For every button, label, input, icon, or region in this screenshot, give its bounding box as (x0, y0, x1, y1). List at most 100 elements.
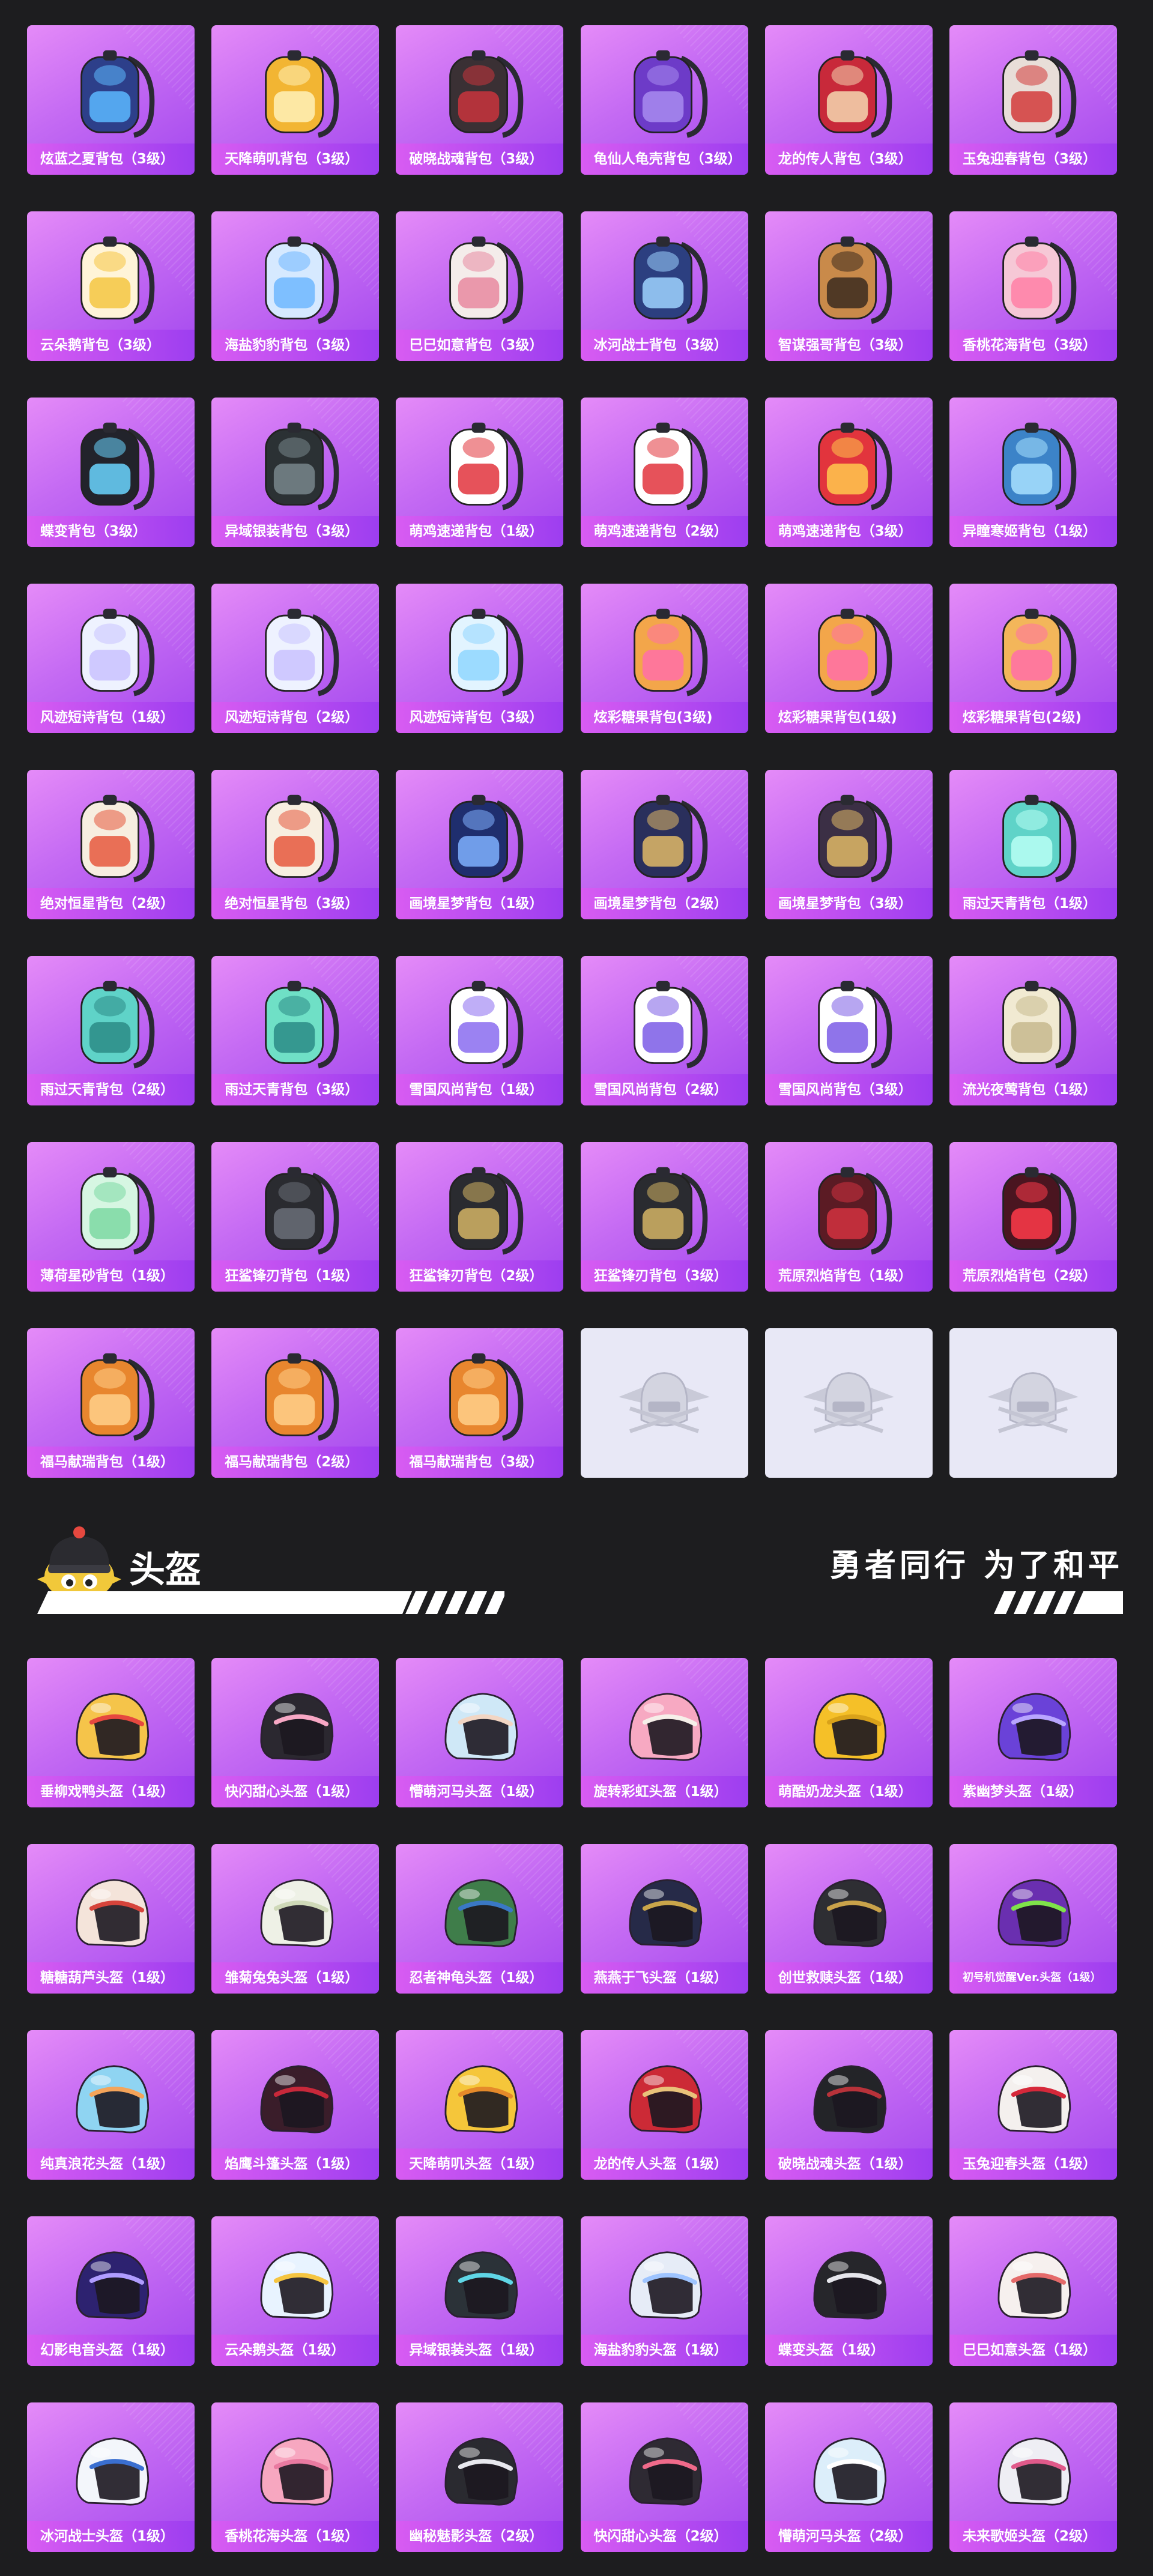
backpack-card[interactable]: 龟仙人龟壳背包（3级） (580, 25, 748, 175)
helmet-card[interactable]: 破晓战魂头盔（1级） (764, 2030, 933, 2180)
backpack-card[interactable]: 炫彩糖果背包(2级) (949, 584, 1117, 733)
backpack-card[interactable]: 萌鸡速递背包（1级） (396, 398, 564, 547)
chick-backpack-icon (634, 422, 708, 510)
helmet-icon (998, 2065, 1071, 2133)
helmet-card[interactable]: 萌酷奶龙头盔（1级） (764, 1658, 933, 1807)
backpack-card[interactable]: 福马献瑞背包（2级） (211, 1328, 380, 1478)
helmet-icon (76, 1879, 149, 1947)
backpack-card[interactable]: 风迹短诗背包（2级） (211, 584, 380, 733)
item-name-label: 福马献瑞背包（3级） (396, 1447, 564, 1478)
backpack-card[interactable]: 雪国风尚背包（3级） (764, 956, 933, 1105)
item-name-label: 天降萌叽头盔（1级） (396, 2148, 564, 2180)
item-name-label: 糖糖葫芦头盔（1级） (27, 1962, 195, 1994)
helmet-card[interactable]: 异域银装头盔（1级） (396, 2216, 564, 2366)
helmet-card[interactable]: 巳巳如意头盔（1级） (949, 2216, 1117, 2366)
backpack-card[interactable]: 雨过天青背包（2级） (27, 956, 195, 1105)
backpack-card[interactable]: 萌鸡速递背包（2级） (580, 398, 748, 547)
backpack-card[interactable]: 福马献瑞背包（3级） (396, 1328, 564, 1478)
helmet-card[interactable]: 旋转彩虹头盔（1级） (580, 1658, 748, 1807)
helmet-card[interactable]: 未来歌姬头盔（2级） (949, 2402, 1117, 2552)
backpack-card[interactable]: 破晓战魂背包（3级） (396, 25, 564, 175)
backpack-card[interactable]: 萌鸡速递背包（3级） (764, 398, 933, 547)
backpack-card[interactable]: 雨过天青背包（1级） (949, 770, 1117, 919)
noodle-box-backpack-icon (80, 794, 154, 883)
backpack-card[interactable]: 风迹短诗背包（3级） (396, 584, 564, 733)
helmet-card[interactable]: 蝶变头盔（1级） (764, 2216, 933, 2366)
backpack-card[interactable]: 狂鲨锋刃背包（3级） (580, 1142, 748, 1292)
helmet-card[interactable]: 冰河战士头盔（1级） (27, 2402, 195, 2552)
helmet-card[interactable]: 纯真浪花头盔（1级） (27, 2030, 195, 2180)
helmet-card[interactable]: 紫幽梦头盔（1级） (949, 1658, 1117, 1807)
backpack-card[interactable]: 狂鲨锋刃背包（2级） (396, 1142, 564, 1292)
helmet-card[interactable]: 云朵鹅头盔（1级） (211, 2216, 380, 2366)
backpack-card[interactable]: 巳巳如意背包（3级） (396, 211, 564, 361)
backpack-card[interactable]: 异域银装背包（3级） (211, 398, 380, 547)
item-name-label: 狂鲨锋刃背包（2级） (396, 1260, 564, 1292)
backpack-card[interactable]: 绝对恒星背包（3级） (211, 770, 380, 919)
butterfly-backpack-icon (80, 422, 154, 510)
backpack-card[interactable]: 雪国风尚背包（1级） (396, 956, 564, 1105)
helmet-card[interactable]: 快闪甜心头盔（1级） (211, 1658, 380, 1807)
poem-pouch-icon (264, 608, 339, 697)
backpack-card[interactable]: 雪国风尚背包（2级） (580, 956, 748, 1105)
backpack-card[interactable]: 玉兔迎春背包（3级） (949, 25, 1117, 175)
helmet-card[interactable]: 焰鹰斗篷头盔（1级） (211, 2030, 380, 2180)
item-name-label: 炫彩糖果背包(2级) (949, 702, 1117, 733)
backpack-card[interactable]: 冰河战士背包（3级） (580, 211, 748, 361)
backpack-card[interactable]: 荒原烈焰背包（2级） (949, 1142, 1117, 1292)
item-name-label: 幽秘魅影头盔（2级） (396, 2521, 564, 2552)
helmet-card[interactable]: 懵萌河马头盔（2级） (764, 2402, 933, 2552)
empty-slot-card (949, 1328, 1117, 1478)
helmet-card[interactable]: 幽秘魅影头盔（2级） (396, 2402, 564, 2552)
backpack-card[interactable]: 天降萌叽背包（3级） (211, 25, 380, 175)
backpack-card[interactable]: 薄荷星砂背包（1级） (27, 1142, 195, 1292)
helmet-card[interactable]: 快闪甜心头盔（2级） (580, 2402, 748, 2552)
helmet-card[interactable]: 燕燕于飞头盔（1级） (580, 1844, 748, 1994)
item-name-label: 创世救赎头盔（1级） (764, 1962, 933, 1994)
backpack-card[interactable]: 炫蓝之夏背包（3级） (27, 25, 195, 175)
item-name-label: 垂柳戏鸭头盔（1级） (27, 1776, 195, 1807)
item-name-label: 萌鸡速递背包（3级） (764, 516, 933, 547)
backpack-card[interactable]: 智谋强哥背包（3级） (764, 211, 933, 361)
backpack-card[interactable]: 雨过天青背包（3级） (211, 956, 380, 1105)
helmet-card[interactable]: 懵萌河马头盔（1级） (396, 1658, 564, 1807)
helmet-card[interactable]: 玉兔迎春头盔（1级） (949, 2030, 1117, 2180)
item-name-label: 薄荷星砂背包（1级） (27, 1260, 195, 1292)
backpack-card[interactable]: 海盐豹豹背包（3级） (211, 211, 380, 361)
helmet-card[interactable]: 初号机觉醒Ver.头盔（1级） (949, 1844, 1117, 1994)
helmet-card[interactable]: 香桃花海头盔（1级） (211, 2402, 380, 2552)
helmet-card[interactable]: 忍者神龟头盔（1级） (396, 1844, 564, 1994)
backpack-card[interactable]: 福马献瑞背包（1级） (27, 1328, 195, 1478)
backpack-card[interactable]: 画境星梦背包（2级） (580, 770, 748, 919)
backpack-card[interactable]: 异瞳寒姬背包（1级） (949, 398, 1117, 547)
backpack-card[interactable]: 风迹短诗背包（1级） (27, 584, 195, 733)
helmet-card[interactable]: 龙的传人头盔（1级） (580, 2030, 748, 2180)
backpack-card[interactable]: 炫彩糖果背包(1级) (764, 584, 933, 733)
book-backpack-icon (634, 794, 708, 883)
backpack-card[interactable]: 云朵鹅背包（3级） (27, 211, 195, 361)
helmet-card[interactable]: 幻影电音头盔（1级） (27, 2216, 195, 2366)
backpack-card[interactable]: 炫彩糖果背包(3级) (580, 584, 748, 733)
item-name-label: 萌鸡速递背包（2级） (580, 516, 748, 547)
item-name-label: 快闪甜心头盔（1级） (211, 1776, 380, 1807)
backpack-card[interactable]: 画境星梦背包（3级） (764, 770, 933, 919)
item-name-label: 福马献瑞背包（2级） (211, 1447, 380, 1478)
helmet-icon (813, 2437, 887, 2506)
helmet-card[interactable]: 创世救赎头盔（1级） (764, 1844, 933, 1994)
backpack-card[interactable]: 蝶变背包（3级） (27, 398, 195, 547)
item-name-label: 流光夜莺背包（1级） (949, 1074, 1117, 1105)
backpack-card[interactable]: 龙的传人背包（3级） (764, 25, 933, 175)
helmet-card[interactable]: 垂柳戏鸭头盔（1级） (27, 1658, 195, 1807)
helmet-card[interactable]: 海盐豹豹头盔（1级） (580, 2216, 748, 2366)
backpack-card[interactable]: 荒原烈焰背包（1级） (764, 1142, 933, 1292)
backpack-card[interactable]: 流光夜莺背包（1级） (949, 956, 1117, 1105)
helmet-icon (76, 2065, 149, 2133)
backpack-card[interactable]: 绝对恒星背包（2级） (27, 770, 195, 919)
backpack-card[interactable]: 画境星梦背包（1级） (396, 770, 564, 919)
helmet-card[interactable]: 天降萌叽头盔（1级） (396, 2030, 564, 2180)
backpack-card[interactable]: 香桃花海背包（3级） (949, 211, 1117, 361)
backpack-card[interactable]: 狂鲨锋刃背包（1级） (211, 1142, 380, 1292)
snake-backpack-icon (449, 236, 524, 324)
helmet-card[interactable]: 雏菊兔兔头盔（1级） (211, 1844, 380, 1994)
helmet-card[interactable]: 糖糖葫芦头盔（1级） (27, 1844, 195, 1994)
